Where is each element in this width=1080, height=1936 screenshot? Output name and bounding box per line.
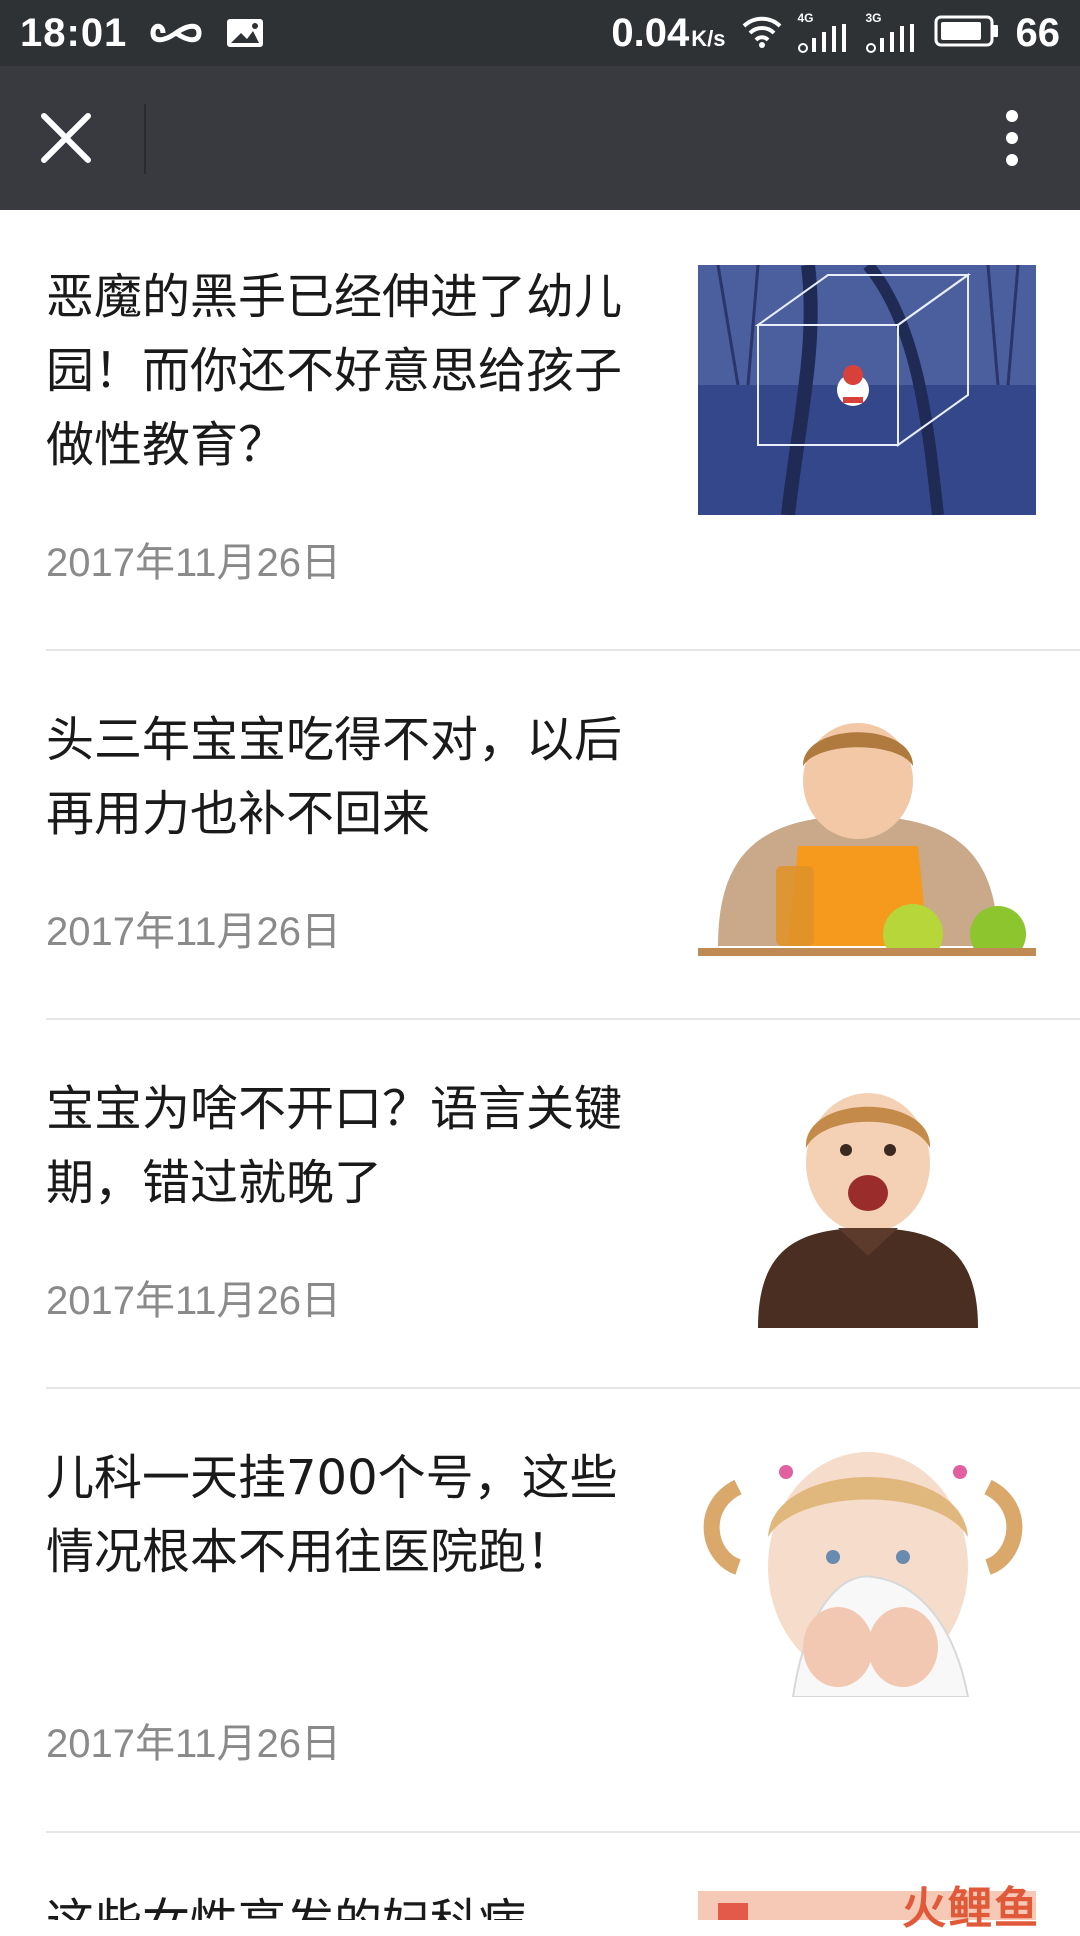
battery-level: 66	[1015, 10, 1061, 55]
speed-unit: K/s	[691, 25, 726, 51]
status-right-group: 0.04K/s 4G 3G 66	[611, 11, 1060, 56]
article-title: 宝宝为啥不开口？语言关键期，错过就晚了	[46, 1081, 623, 1211]
title-divider	[144, 104, 146, 174]
image-notification-icon	[225, 17, 265, 49]
list-item[interactable]: 头三年宝宝吃得不对，以后再用力也补不回来 2017年11月26日	[0, 651, 1080, 1019]
article-date: 2017年11月26日	[46, 910, 341, 954]
signal-4g-icon: 4G	[797, 11, 850, 54]
wifi-icon	[742, 14, 782, 53]
infinity-icon	[149, 18, 203, 48]
article-title: 恶魔的黑手已经伸进了幼儿园！而你还不好意思给孩子做性教育？	[46, 269, 623, 473]
battery-icon	[934, 14, 1000, 53]
article-title: 这些女性高发的妇科病	[46, 1885, 646, 1920]
more-vertical-icon	[1006, 110, 1018, 166]
close-button[interactable]	[34, 106, 98, 170]
article-title: 头三年宝宝吃得不对，以后再用力也补不回来	[46, 712, 623, 842]
net-3g-label: 3G	[865, 11, 882, 25]
article-thumbnail	[698, 1078, 1036, 1328]
article-date: 2017年11月26日	[46, 541, 341, 585]
watermark-logo: 火鲤鱼	[902, 1883, 1040, 1934]
article-date: 2017年11月26日	[46, 1722, 341, 1766]
list-item[interactable]: 宝宝为啥不开口？语言关键期，错过就晚了 2017年11月26日	[0, 1020, 1080, 1388]
network-speed: 0.04K/s	[611, 11, 725, 56]
article-title: 儿科一天挂700个号，这些情况根本不用往医院跑！	[46, 1450, 618, 1580]
close-icon	[41, 113, 91, 163]
list-item[interactable]: 恶魔的黑手已经伸进了幼儿园！而你还不好意思给孩子做性教育？ 2017年11月26…	[0, 210, 1080, 650]
signal-3g-icon: 3G	[865, 11, 918, 54]
article-thumbnail	[698, 706, 1036, 956]
more-button[interactable]	[980, 106, 1044, 170]
speed-value: 0.04	[611, 10, 690, 55]
list-item[interactable]: 儿科一天挂700个号，这些情况根本不用往医院跑！ 2017年11月26日	[0, 1389, 1080, 1832]
article-thumbnail	[698, 265, 1036, 515]
net-4g-label: 4G	[797, 11, 814, 25]
status-time: 18:01	[20, 10, 128, 55]
article-thumbnail	[698, 1447, 1036, 1697]
title-bar	[0, 66, 1080, 210]
article-date: 2017年11月26日	[46, 1279, 341, 1323]
status-bar: 18:01 0.04K/s 4G 3G 66	[0, 0, 1080, 66]
